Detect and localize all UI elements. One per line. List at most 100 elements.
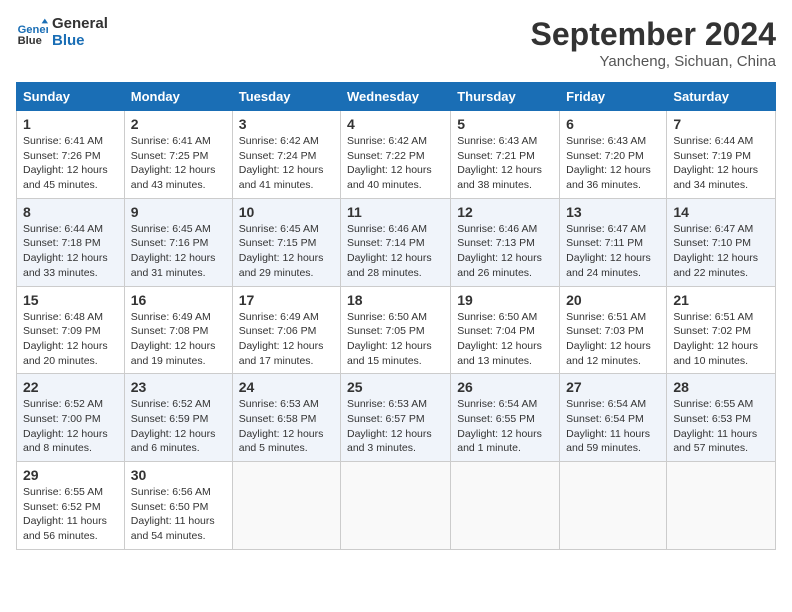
table-row: 10Sunrise: 6:45 AMSunset: 7:15 PMDayligh… xyxy=(232,198,340,286)
table-row: 29 Sunrise: 6:55 AMSunset: 6:52 PMDayligh… xyxy=(17,462,125,550)
day-detail: Sunrise: 6:51 AMSunset: 7:02 PMDaylight:… xyxy=(673,310,769,369)
day-number: 7 xyxy=(673,116,769,132)
day-number: 12 xyxy=(457,204,553,220)
day-detail: Sunrise: 6:46 AMSunset: 7:13 PMDaylight:… xyxy=(457,222,553,281)
day-detail: Sunrise: 6:46 AMSunset: 7:14 PMDaylight:… xyxy=(347,222,444,281)
day-detail: Sunrise: 6:49 AMSunset: 7:06 PMDaylight:… xyxy=(239,310,334,369)
day-number: 15 xyxy=(23,292,118,308)
table-row: 24Sunrise: 6:53 AMSunset: 6:58 PMDayligh… xyxy=(232,374,340,462)
logo-icon: General Blue xyxy=(16,17,48,49)
col-wednesday: Wednesday xyxy=(341,83,451,111)
day-detail: Sunrise: 6:50 AMSunset: 7:05 PMDaylight:… xyxy=(347,310,444,369)
calendar-week-row: 8Sunrise: 6:44 AMSunset: 7:18 PMDaylight… xyxy=(17,198,776,286)
logo-line1: General xyxy=(52,16,108,33)
table-row: 4 Sunrise: 6:42 AMSunset: 7:22 PMDaylight… xyxy=(341,111,451,199)
day-detail: Sunrise: 6:47 AMSunset: 7:11 PMDaylight:… xyxy=(566,222,660,281)
day-detail: Sunrise: 6:43 AMSunset: 7:21 PMDaylight:… xyxy=(457,134,553,193)
day-detail: Sunrise: 6:41 AMSunset: 7:26 PMDaylight:… xyxy=(23,134,118,193)
table-row: 1 Sunrise: 6:41 AMSunset: 7:26 PMDaylight… xyxy=(17,111,125,199)
calendar-week-row: 29 Sunrise: 6:55 AMSunset: 6:52 PMDayligh… xyxy=(17,462,776,550)
day-number: 19 xyxy=(457,292,553,308)
table-row xyxy=(451,462,560,550)
day-number: 30 xyxy=(131,467,226,483)
day-number: 18 xyxy=(347,292,444,308)
day-number: 4 xyxy=(347,116,444,132)
day-detail: Sunrise: 6:42 AMSunset: 7:22 PMDaylight:… xyxy=(347,134,444,193)
day-detail: Sunrise: 6:54 AMSunset: 6:54 PMDaylight:… xyxy=(566,397,660,456)
day-detail: Sunrise: 6:42 AMSunset: 7:24 PMDaylight:… xyxy=(239,134,334,193)
col-thursday: Thursday xyxy=(451,83,560,111)
day-number: 9 xyxy=(131,204,226,220)
day-number: 2 xyxy=(131,116,226,132)
calendar-header-row: Sunday Monday Tuesday Wednesday Thursday… xyxy=(17,83,776,111)
col-monday: Monday xyxy=(124,83,232,111)
calendar-week-row: 22 Sunrise: 6:52 AMSunset: 7:00 PMDayligh… xyxy=(17,374,776,462)
day-number: 5 xyxy=(457,116,553,132)
day-number: 23 xyxy=(131,379,226,395)
table-row: 23Sunrise: 6:52 AMSunset: 6:59 PMDayligh… xyxy=(124,374,232,462)
day-detail: Sunrise: 6:53 AMSunset: 6:58 PMDaylight:… xyxy=(239,397,334,456)
day-number: 17 xyxy=(239,292,334,308)
calendar-week-row: 1 Sunrise: 6:41 AMSunset: 7:26 PMDaylight… xyxy=(17,111,776,199)
table-row: 25Sunrise: 6:53 AMSunset: 6:57 PMDayligh… xyxy=(341,374,451,462)
day-detail: Sunrise: 6:41 AMSunset: 7:25 PMDaylight:… xyxy=(131,134,226,193)
day-detail: Sunrise: 6:55 AMSunset: 6:52 PMDaylight:… xyxy=(23,485,118,544)
day-number: 29 xyxy=(23,467,118,483)
table-row: 27 Sunrise: 6:54 AMSunset: 6:54 PMDayligh… xyxy=(560,374,667,462)
day-number: 21 xyxy=(673,292,769,308)
calendar-week-row: 15Sunrise: 6:48 AMSunset: 7:09 PMDayligh… xyxy=(17,286,776,374)
calendar-table: Sunday Monday Tuesday Wednesday Thursday… xyxy=(16,82,776,550)
day-number: 16 xyxy=(131,292,226,308)
day-detail: Sunrise: 6:44 AMSunset: 7:19 PMDaylight:… xyxy=(673,134,769,193)
day-number: 27 xyxy=(566,379,660,395)
day-number: 14 xyxy=(673,204,769,220)
day-detail: Sunrise: 6:51 AMSunset: 7:03 PMDaylight:… xyxy=(566,310,660,369)
day-detail: Sunrise: 6:52 AMSunset: 7:00 PMDaylight:… xyxy=(23,397,118,456)
day-detail: Sunrise: 6:53 AMSunset: 6:57 PMDaylight:… xyxy=(347,397,444,456)
day-detail: Sunrise: 6:43 AMSunset: 7:20 PMDaylight:… xyxy=(566,134,660,193)
day-detail: Sunrise: 6:47 AMSunset: 7:10 PMDaylight:… xyxy=(673,222,769,281)
day-detail: Sunrise: 6:55 AMSunset: 6:53 PMDaylight:… xyxy=(673,397,769,456)
day-number: 11 xyxy=(347,204,444,220)
table-row: 16Sunrise: 6:49 AMSunset: 7:08 PMDayligh… xyxy=(124,286,232,374)
day-detail: Sunrise: 6:54 AMSunset: 6:55 PMDaylight:… xyxy=(457,397,553,456)
day-number: 1 xyxy=(23,116,118,132)
logo: General Blue General Blue xyxy=(16,16,108,49)
day-number: 13 xyxy=(566,204,660,220)
table-row: 6 Sunrise: 6:43 AMSunset: 7:20 PMDaylight… xyxy=(560,111,667,199)
table-row xyxy=(560,462,667,550)
month-title: September 2024 xyxy=(531,16,776,53)
table-row: 26 Sunrise: 6:54 AMSunset: 6:55 PMDayligh… xyxy=(451,374,560,462)
table-row: 22 Sunrise: 6:52 AMSunset: 7:00 PMDayligh… xyxy=(17,374,125,462)
table-row: 19 Sunrise: 6:50 AMSunset: 7:04 PMDayligh… xyxy=(451,286,560,374)
day-number: 28 xyxy=(673,379,769,395)
day-number: 22 xyxy=(23,379,118,395)
col-tuesday: Tuesday xyxy=(232,83,340,111)
day-number: 8 xyxy=(23,204,118,220)
table-row: 28 Sunrise: 6:55 AMSunset: 6:53 PMDayligh… xyxy=(667,374,776,462)
svg-text:Blue: Blue xyxy=(18,35,42,47)
table-row: 30 Sunrise: 6:56 AMSunset: 6:50 PMDayligh… xyxy=(124,462,232,550)
day-detail: Sunrise: 6:50 AMSunset: 7:04 PMDaylight:… xyxy=(457,310,553,369)
svg-text:General: General xyxy=(18,24,48,36)
col-friday: Friday xyxy=(560,83,667,111)
day-number: 26 xyxy=(457,379,553,395)
day-number: 10 xyxy=(239,204,334,220)
table-row: 20 Sunrise: 6:51 AMSunset: 7:03 PMDayligh… xyxy=(560,286,667,374)
logo-line2: Blue xyxy=(52,33,108,50)
day-detail: Sunrise: 6:45 AMSunset: 7:16 PMDaylight:… xyxy=(131,222,226,281)
day-detail: Sunrise: 6:56 AMSunset: 6:50 PMDaylight:… xyxy=(131,485,226,544)
day-number: 3 xyxy=(239,116,334,132)
table-row: 2 Sunrise: 6:41 AMSunset: 7:25 PMDaylight… xyxy=(124,111,232,199)
day-number: 6 xyxy=(566,116,660,132)
table-row: 15Sunrise: 6:48 AMSunset: 7:09 PMDayligh… xyxy=(17,286,125,374)
location-subtitle: Yancheng, Sichuan, China xyxy=(531,53,776,70)
table-row: 18 Sunrise: 6:50 AMSunset: 7:05 PMDayligh… xyxy=(341,286,451,374)
day-number: 20 xyxy=(566,292,660,308)
table-row xyxy=(232,462,340,550)
table-row: 17 Sunrise: 6:49 AMSunset: 7:06 PMDayligh… xyxy=(232,286,340,374)
col-sunday: Sunday xyxy=(17,83,125,111)
table-row: 11 Sunrise: 6:46 AMSunset: 7:14 PMDayligh… xyxy=(341,198,451,286)
table-row: 9 Sunrise: 6:45 AMSunset: 7:16 PMDaylight… xyxy=(124,198,232,286)
title-block: September 2024 Yancheng, Sichuan, China xyxy=(531,16,776,70)
